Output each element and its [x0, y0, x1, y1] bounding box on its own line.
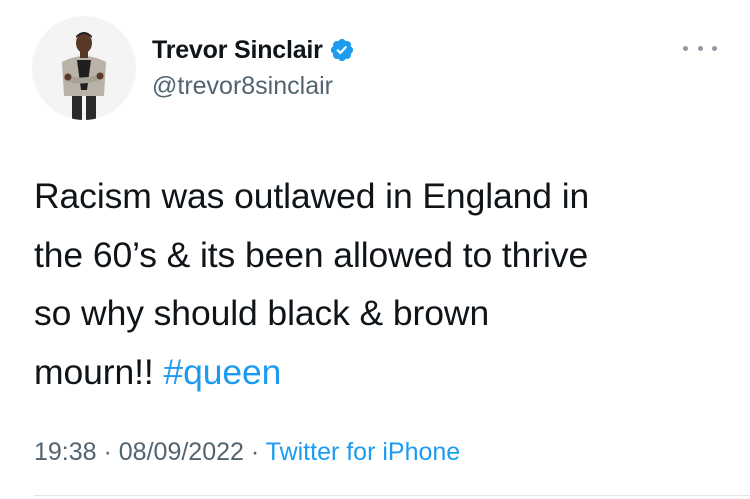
- hashtag-link[interactable]: #queen: [163, 352, 281, 392]
- author-name-row[interactable]: Trevor Sinclair: [152, 35, 355, 65]
- more-options-icon[interactable]: [683, 38, 717, 58]
- tweet-line: the 60’s & its been allowed to thrive: [34, 234, 589, 275]
- more-dot: [697, 45, 703, 51]
- tweet-card: Trevor Sinclair @trevor8sinclair Racism …: [0, 0, 750, 499]
- tweet-line-last: mourn!! #queen: [34, 343, 734, 402]
- tweet-time[interactable]: 19:38: [34, 438, 97, 466]
- author-handle[interactable]: @trevor8sinclair: [152, 72, 333, 101]
- tweet-meta: 19:38 · 08/09/2022 · Twitter for iPhone: [34, 438, 460, 467]
- tweet-line: so why should black & brown: [34, 293, 490, 333]
- meta-separator: ·: [96, 438, 119, 466]
- more-dot: [683, 45, 688, 51]
- tweet-date[interactable]: 08/09/2022: [119, 438, 244, 466]
- divider: [34, 495, 750, 496]
- verified-badge-icon: [329, 37, 355, 63]
- tweet-text: Racism was outlawed in England in the 60…: [34, 167, 734, 401]
- display-name[interactable]: Trevor Sinclair: [152, 36, 323, 65]
- tweet-source-link[interactable]: Twitter for iPhone: [266, 438, 461, 466]
- tweet-line: Racism was outlawed in England in: [34, 176, 590, 216]
- avatar[interactable]: [32, 16, 136, 120]
- tweet-line: mourn!!: [34, 351, 164, 392]
- more-dot: [712, 45, 717, 51]
- avatar-photo-icon: [32, 16, 136, 120]
- meta-separator: ·: [243, 438, 266, 466]
